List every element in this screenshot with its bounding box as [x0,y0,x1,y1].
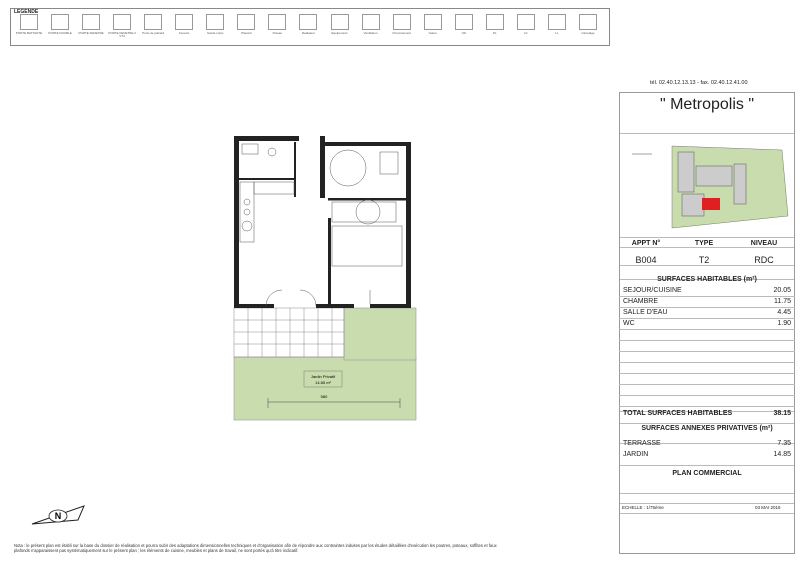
garden-label: Jardin Privatif [311,374,336,379]
surface-row-label: SEJOUR/CUISINE [623,287,682,294]
legend-symbol-icon [330,14,349,30]
legend-item-label: Porte de placard [142,31,165,35]
table-row-divider [619,362,795,363]
surface-row-label: WC [623,320,635,327]
legend-item-label: Cheminement [392,31,411,35]
surfaces-annexes-title: SURFACES ANNEXES PRIVATIVES (m²) [641,425,773,432]
table-row-divider [619,307,795,308]
legend-item-label: PL [492,31,497,35]
legend-item-label: Equipement [331,31,348,35]
table-row-divider [619,395,795,396]
surface-row-value: 11.75 [774,298,791,305]
legend-item-label: PORTE DOUBLE [48,31,72,35]
legend-symbol-icon [237,14,256,30]
legend-item-label: LL [555,31,559,35]
total-label: TOTAL SURFACES HABITABLES [623,410,733,417]
annex-row-label: JARDIN [623,451,649,458]
table-row-divider [619,340,795,341]
legend-symbol-icon [175,14,194,30]
legend-item-label: Carrelage [581,31,595,35]
type-value: T2 [698,255,710,265]
north-letter: N [55,511,62,521]
north-arrow-icon: N [31,505,85,525]
appt-header: APPT N° [631,240,661,247]
disclaimer-note: Nota : le présent plan est établi sur la… [14,543,497,554]
table-row-divider [619,351,795,352]
table-row-divider [619,384,795,385]
table-row-divider [619,373,795,374]
surface-row-value: 20.05 [773,287,791,294]
legend-item-label: LV [524,31,528,35]
niveau-value: RDC [754,255,774,265]
surface-row-value: 4.45 [777,309,791,316]
legend-symbol-icon [20,14,38,30]
legend-item-label: VR [461,31,466,35]
legend-symbol-icon [206,14,225,30]
legend-item-label: Radiateur [301,31,315,35]
legend-item-label: Gaine [428,31,437,35]
floor-plan: Jardin Privatif 14.85 m² 580 [233,136,417,421]
annex-row-label: TERRASSE [623,440,661,447]
legend-symbol-icon [113,14,132,30]
legend-symbol-icon [578,14,597,30]
legend-item-label: Placard [241,31,252,35]
legend-item-label: Garde corps [207,31,224,35]
dimension-label: 580 [321,394,328,399]
surfaces-habitables-table: SEJOUR/CUISINE 20.05 CHAMBRE 11.75 SALLE D'E… [619,283,795,417]
contact-text: tél. 02.40.12.13.13 - fax. 02.40.12.41.0… [650,80,748,86]
total-value: 38.15 [773,410,791,417]
legend-item-label: PORTE FENETRE 2 VTX [108,31,136,38]
legend-symbol-icon [299,14,318,30]
legend-item-label: Fenetre [179,31,190,35]
legend-item-label: Poteau [272,31,283,35]
legend-symbol-icon [516,14,535,30]
surface-row-value: 1.90 [777,320,791,327]
legend-symbol-icon [454,14,473,30]
legend-item-label: PORTE BATTANTE [15,31,43,35]
legend-symbol-icon [268,14,287,30]
legend-symbol-icon [423,14,442,30]
legend-symbol-icon [547,14,566,30]
legend-symbol-icon [144,14,163,30]
legend-symbol-icon [51,14,70,30]
appt-value: B004 [635,255,657,265]
legend-symbol-icon [485,14,504,30]
terrace-tiles [233,307,345,358]
annex-row-value: 14.85 [773,451,791,458]
table-row-divider [619,406,795,407]
garden-side-area [343,307,417,361]
scale-label: ECHELLE : 1/75ème [622,505,664,510]
type-header: TYPE [694,240,714,247]
plan-type: PLAN COMMERCIAL [672,470,742,477]
table-row-divider [619,296,795,297]
garden-area-label: 14.85 m² [315,380,331,385]
legend-item-label: PORTE FENETRE [78,31,104,35]
niveau-header: NIVEAU [750,240,778,247]
project-name: " Metropolis " [659,96,755,113]
legend-symbol-icon [392,14,411,30]
legend-item-label: Ventilation [363,31,378,35]
garden-area [233,356,417,421]
annex-row-value: 7.35 [777,440,791,447]
surface-row-label: SALLE D'EAU [623,309,668,316]
surfaces-habitables-title: SURFACES HABITABLES (m²) [657,276,757,283]
surface-row-label: CHAMBRE [623,298,659,305]
legend-symbol-icon [361,14,380,30]
table-row-divider [619,329,795,330]
plan-date: 03 MAI 2016 [755,505,781,510]
highlight-unit [702,198,720,210]
table-row-divider [619,318,795,319]
legend-symbol-icon [82,14,101,30]
site-map [632,145,789,229]
